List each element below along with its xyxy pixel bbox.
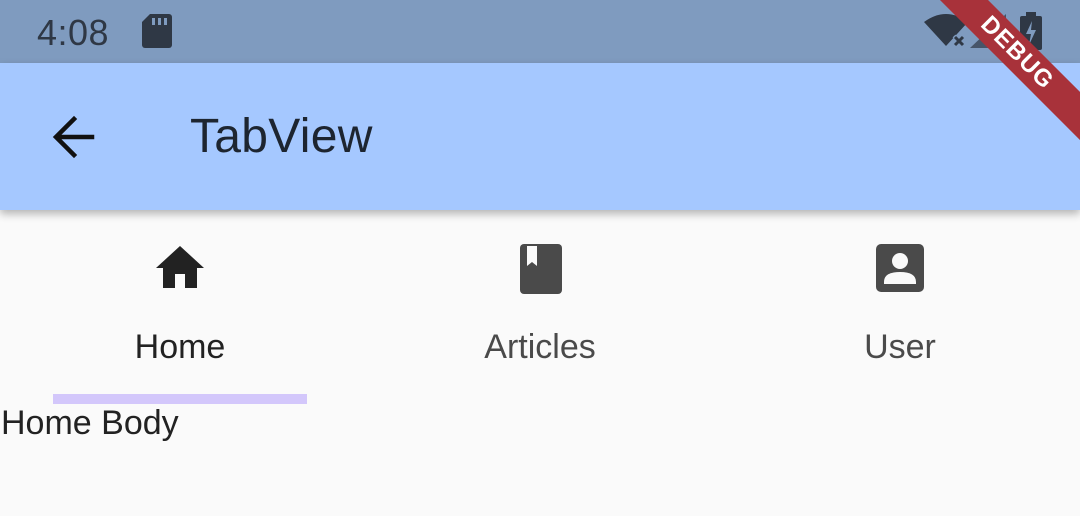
tab-label: User: [864, 328, 936, 366]
back-button[interactable]: [44, 109, 104, 165]
book-icon: [520, 244, 562, 294]
tab-bar: Home Articles User: [0, 210, 1080, 406]
home-icon: [156, 246, 204, 288]
status-bar: 4:08: [0, 0, 1080, 63]
tab-articles[interactable]: Articles: [360, 210, 720, 406]
tab-indicator: [53, 394, 307, 404]
tab-user[interactable]: User: [720, 210, 1080, 406]
tab-label: Home: [134, 328, 226, 366]
app-bar: TabView: [0, 63, 1080, 210]
body-text: Home Body: [1, 404, 179, 442]
arrow-back-icon: [52, 115, 95, 159]
sd-card-icon: [142, 14, 172, 53]
tab-home[interactable]: Home: [0, 210, 360, 406]
account-box-icon: [876, 244, 924, 292]
tab-label: Articles: [484, 328, 596, 366]
status-time: 4:08: [37, 12, 110, 53]
page-title: TabView: [190, 110, 373, 163]
